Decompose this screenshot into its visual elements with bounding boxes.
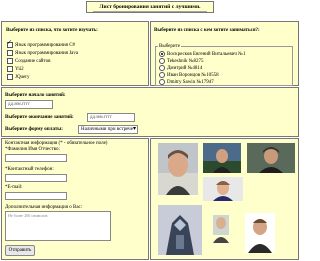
- checkbox[interactable]: [7, 58, 13, 64]
- contact-panel: Контактная информация (* - обязательное …: [1, 138, 149, 260]
- end-date-input[interactable]: дд.мм.гггг: [87, 113, 135, 122]
- teacher-legend: Выберите: [159, 44, 180, 49]
- radio[interactable]: [159, 79, 165, 85]
- photos-panel: [150, 138, 299, 260]
- teachers-heading: Выберите из списка с кем хотите занимать…: [154, 28, 260, 33]
- schedule-panel: Выберите начало занятий: дд.мм.гггг Выбе…: [1, 87, 299, 137]
- teacher-option-2[interactable]: Tekeshnik №8275: [159, 58, 204, 64]
- teacher-label: Dmitry Sawin №17947: [167, 80, 214, 86]
- extra-info-textarea[interactable]: Не более 200 символов: [5, 211, 111, 241]
- teacher-photo-7: [245, 213, 275, 253]
- payment-label: Выберите форму оплаты:: [5, 127, 63, 132]
- teacher-label: Tekeshnik №8275: [167, 59, 204, 65]
- courses-heading: Выберите из списка, что хотите изучать:: [6, 28, 98, 33]
- title-underline: [93, 11, 207, 12]
- courses-panel: Выберите из списка, что хотите изучать: …: [1, 21, 149, 86]
- name-label: *Фамилия Имя Отчество:: [5, 147, 60, 152]
- teacher-photo-6: [207, 209, 235, 243]
- phone-input[interactable]: [5, 174, 67, 182]
- email-label: *E-mail:: [5, 185, 23, 190]
- teacher-option-3[interactable]: Дмитрий №4814: [159, 65, 202, 71]
- radio[interactable]: [159, 72, 165, 78]
- phone-label: *Контактный телефон:: [5, 167, 54, 172]
- teacher-photo-1: [158, 143, 198, 195]
- teacher-option-5[interactable]: Dmitry Sawin №17947: [159, 79, 214, 85]
- name-input[interactable]: [5, 154, 67, 162]
- teacher-photo-3: [247, 143, 295, 173]
- checkbox[interactable]: [7, 66, 13, 72]
- teachers-panel: Выберите из списка с кем хотите занимать…: [150, 21, 299, 86]
- email-input[interactable]: [5, 192, 67, 200]
- course-label: Язык программирования Java: [15, 51, 79, 57]
- teacher-label: Дмитрий №4814: [167, 66, 203, 72]
- start-date-label: Выберите начало занятий:: [5, 93, 66, 98]
- radio[interactable]: [159, 65, 165, 71]
- radio[interactable]: [159, 58, 165, 64]
- teacher-option-4[interactable]: Иван Воронцов №10558: [159, 72, 219, 78]
- checkbox[interactable]: [7, 39, 13, 48]
- teacher-label: Воскресков Евгений Витальевич №1: [167, 52, 246, 58]
- course-label: Создание сайтов: [15, 59, 51, 65]
- start-date-input[interactable]: дд.мм.гггг: [5, 100, 53, 109]
- payment-select[interactable]: Наличными при встрече: [78, 125, 138, 134]
- teacher-photo-4: [203, 177, 243, 201]
- course-label: Yii2: [15, 67, 24, 73]
- page-title: Лист бронирования занятий с лучшими.: [99, 4, 201, 10]
- teacher-option-1[interactable]: Воскресков Евгений Витальевич №1: [159, 51, 245, 57]
- course-option-java[interactable]: Язык программирования Java: [7, 50, 78, 56]
- course-option-csharp[interactable]: Язык программирования C#: [7, 39, 76, 49]
- contact-heading: Контактная информация (* - обязательное …: [5, 141, 108, 146]
- checkbox[interactable]: [7, 50, 13, 56]
- teacher-label: Иван Воронцов №10558: [167, 73, 219, 79]
- course-option-sites[interactable]: Создание сайтов: [7, 58, 50, 64]
- teacher-photo-5: [158, 205, 202, 255]
- course-option-jquery[interactable]: JQuery: [7, 74, 29, 80]
- course-label: Язык программирования C#: [15, 43, 76, 49]
- extra-info-label: Дополнительная информация о Вас:: [5, 205, 83, 210]
- end-date-label: Выберите окончание занятий:: [5, 115, 74, 120]
- checkbox[interactable]: [7, 74, 13, 80]
- title-box: Лист бронирования занятий с лучшими.: [86, 1, 214, 13]
- course-label: JQuery: [15, 75, 30, 81]
- course-option-yii2[interactable]: Yii2: [7, 66, 24, 72]
- teacher-photo-2: [203, 143, 241, 173]
- radio[interactable]: [159, 51, 165, 57]
- submit-button[interactable]: Отправить: [5, 245, 35, 256]
